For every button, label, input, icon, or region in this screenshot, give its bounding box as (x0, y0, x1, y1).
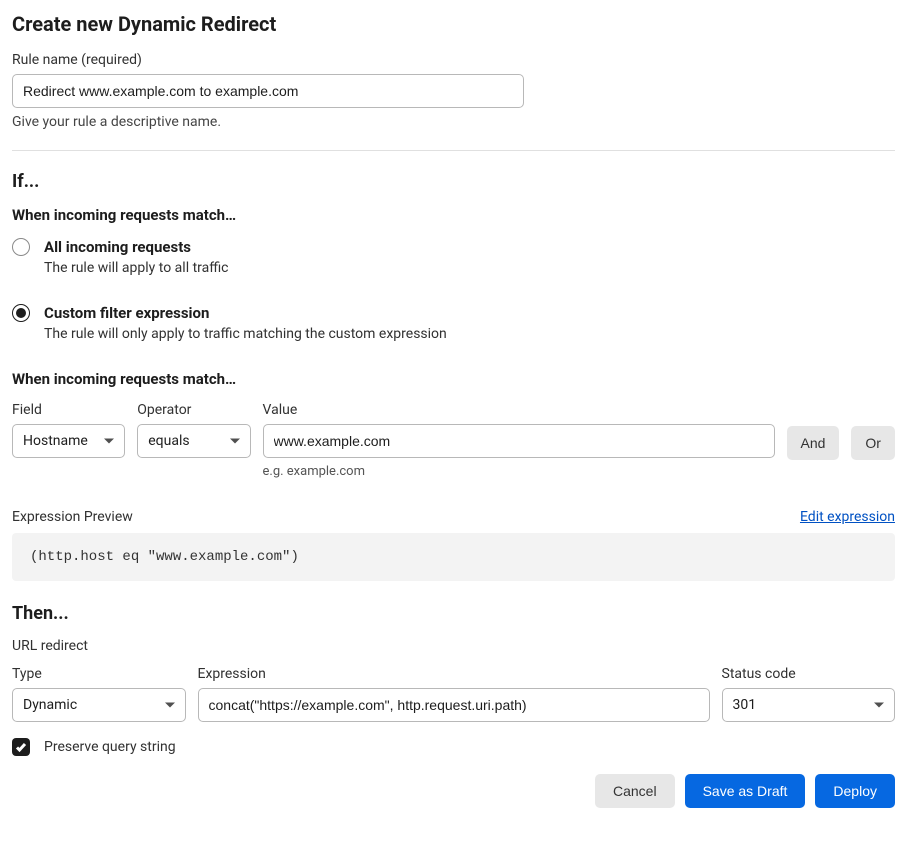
operator-select[interactable]: equals (137, 424, 250, 458)
page-title: Create new Dynamic Redirect (12, 12, 895, 36)
operator-label: Operator (137, 402, 250, 418)
expression-label: Expression (198, 666, 710, 682)
edit-expression-link[interactable]: Edit expression (800, 509, 895, 525)
url-redirect-label: URL redirect (12, 638, 895, 654)
value-input[interactable] (263, 424, 775, 458)
radio-title: All incoming requests (44, 238, 229, 256)
if-heading: If... (12, 171, 895, 192)
chevron-down-icon (104, 439, 114, 444)
preserve-query-checkbox[interactable] (12, 738, 30, 756)
operator-value: equals (148, 433, 189, 449)
save-draft-button[interactable]: Save as Draft (685, 774, 806, 808)
if-subheading: When incoming requests match… (12, 206, 895, 224)
field-select[interactable]: Hostname (12, 424, 125, 458)
then-heading: Then... (12, 603, 895, 624)
status-code-select[interactable]: 301 (722, 688, 896, 722)
builder-heading: When incoming requests match… (12, 370, 895, 388)
rule-name-help: Give your rule a descriptive name. (12, 114, 895, 130)
status-code-label: Status code (722, 666, 896, 682)
divider (12, 150, 895, 151)
value-label: Value (263, 402, 775, 418)
radio-icon[interactable] (12, 238, 30, 256)
deploy-button[interactable]: Deploy (815, 774, 895, 808)
chevron-down-icon (874, 703, 884, 708)
and-button[interactable]: And (787, 426, 840, 460)
type-label: Type (12, 666, 186, 682)
preserve-query-label: Preserve query string (44, 739, 176, 755)
or-button[interactable]: Or (851, 426, 895, 460)
expression-preview-label: Expression Preview (12, 509, 133, 525)
expression-input[interactable] (198, 688, 710, 722)
chevron-down-icon (165, 703, 175, 708)
radio-option-all[interactable]: All incoming requests The rule will appl… (12, 238, 895, 276)
type-value: Dynamic (23, 697, 77, 713)
radio-desc: The rule will apply to all traffic (44, 260, 229, 276)
field-label: Field (12, 402, 125, 418)
radio-option-custom[interactable]: Custom filter expression The rule will o… (12, 304, 895, 342)
radio-title: Custom filter expression (44, 304, 447, 322)
chevron-down-icon (230, 439, 240, 444)
status-code-value: 301 (733, 697, 757, 713)
rule-name-input[interactable] (12, 74, 524, 108)
type-select[interactable]: Dynamic (12, 688, 186, 722)
radio-icon-selected[interactable] (12, 304, 30, 322)
rule-name-label: Rule name (required) (12, 52, 895, 68)
radio-desc: The rule will only apply to traffic matc… (44, 326, 447, 342)
expression-preview-code: (http.host eq "www.example.com") (12, 533, 895, 581)
field-value: Hostname (23, 433, 88, 449)
check-icon (15, 741, 27, 753)
value-help: e.g. example.com (263, 464, 775, 479)
cancel-button[interactable]: Cancel (595, 774, 675, 808)
